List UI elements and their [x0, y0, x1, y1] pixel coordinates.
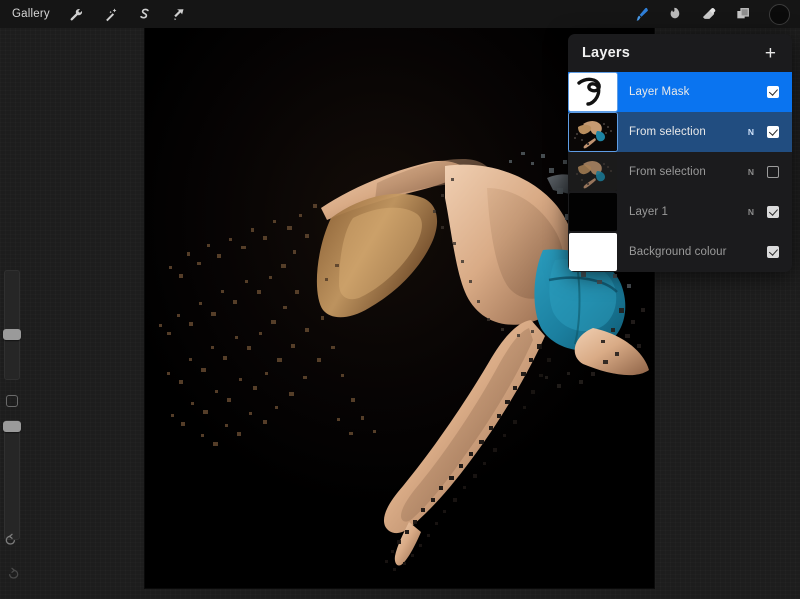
layer-thumbnail-black[interactable] — [569, 193, 617, 231]
layer-row[interactable]: Layer 1 N — [568, 192, 792, 232]
top-toolbar: Gallery — [0, 0, 800, 28]
layer-name: From selection — [617, 166, 743, 178]
brush-size-handle[interactable] — [3, 329, 21, 340]
layer-visibility-checkbox[interactable] — [767, 246, 779, 258]
add-layer-button[interactable]: + — [763, 44, 778, 63]
left-sidebar — [0, 270, 24, 590]
redo-icon[interactable] — [4, 566, 20, 582]
layer-name: From selection — [617, 126, 743, 138]
layer-visibility-checkbox[interactable] — [767, 126, 779, 138]
layers-icon[interactable] — [726, 0, 760, 28]
layers-panel-header: Layers + — [568, 34, 792, 72]
opacity-handle[interactable] — [3, 421, 21, 432]
selection-s-icon[interactable] — [128, 0, 162, 28]
layer-thumbnail-mask[interactable] — [569, 73, 617, 111]
toolbar-right-group — [624, 0, 792, 28]
layer-thumbnail-white[interactable] — [569, 233, 617, 271]
undo-icon[interactable] — [4, 532, 20, 548]
procreate-app: Gallery — [0, 0, 800, 599]
adjustments-wand-icon[interactable] — [94, 0, 128, 28]
smudge-icon[interactable] — [658, 0, 692, 28]
color-swatch[interactable] — [769, 4, 790, 25]
modify-button[interactable] — [6, 395, 18, 407]
layer-row[interactable]: Layer Mask — [568, 72, 792, 112]
layers-panel: Layers + Layer Mask — [568, 34, 792, 272]
layer-row[interactable]: From selection N — [568, 152, 792, 192]
eraser-icon[interactable] — [692, 0, 726, 28]
layer-name: Layer 1 — [617, 206, 743, 218]
actions-wrench-icon[interactable] — [60, 0, 94, 28]
layer-visibility-checkbox[interactable] — [767, 166, 779, 178]
layer-blend-mode[interactable]: N — [743, 167, 759, 177]
panel-title: Layers — [582, 45, 630, 61]
opacity-slider[interactable] — [4, 420, 20, 540]
layer-visibility-checkbox[interactable] — [767, 86, 779, 98]
transform-arrow-icon[interactable] — [162, 0, 196, 28]
layer-thumbnail-dancer[interactable] — [569, 113, 617, 151]
layer-name: Background colour — [617, 246, 743, 258]
layer-row[interactable]: From selection N — [568, 112, 792, 152]
layer-row[interactable]: Background colour — [568, 232, 792, 272]
paint-brush-icon[interactable] — [624, 0, 658, 28]
brush-size-slider[interactable] — [4, 270, 20, 380]
layer-blend-mode[interactable]: N — [743, 127, 759, 137]
layer-name: Layer Mask — [617, 86, 743, 98]
gallery-button[interactable]: Gallery — [10, 5, 60, 23]
layer-blend-mode[interactable]: N — [743, 207, 759, 217]
layer-visibility-checkbox[interactable] — [767, 206, 779, 218]
toolbar-left-group: Gallery — [0, 0, 196, 28]
layer-thumbnail-dancer[interactable] — [569, 153, 617, 191]
